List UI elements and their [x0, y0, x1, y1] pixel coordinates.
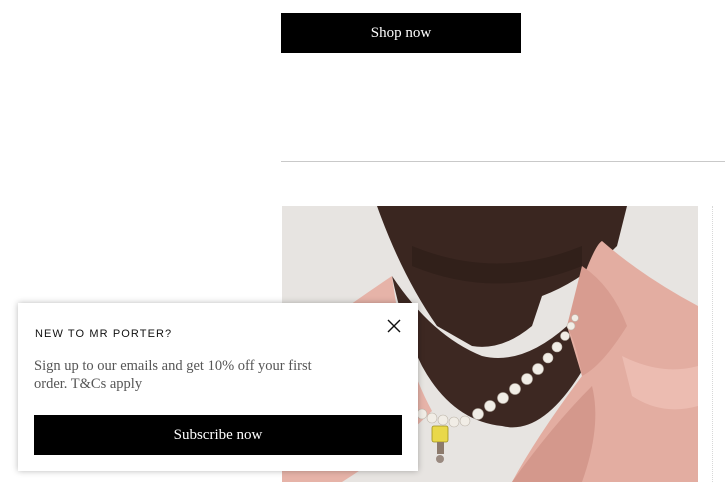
popup-body-text: Sign up to our emails and get 10% off yo…	[34, 358, 312, 392]
newsletter-popup: NEW TO MR PORTER? Sign up to our emails …	[18, 303, 418, 471]
carousel-edge	[712, 206, 713, 482]
section-divider	[281, 161, 725, 162]
close-button[interactable]	[385, 317, 403, 335]
popup-heading: NEW TO MR PORTER?	[35, 328, 173, 340]
close-icon	[387, 319, 401, 333]
shop-now-button[interactable]: Shop now	[281, 13, 521, 53]
subscribe-button[interactable]: Subscribe now	[34, 415, 402, 455]
